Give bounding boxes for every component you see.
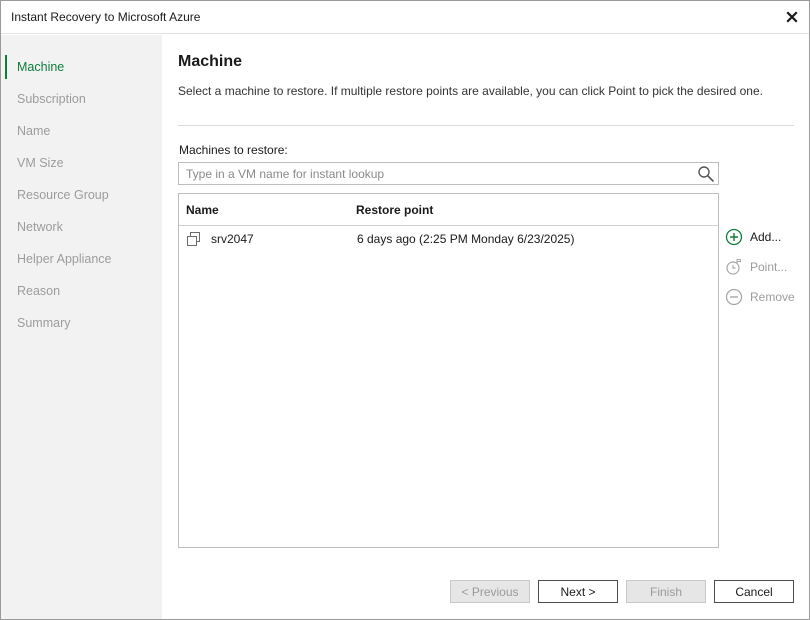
step-network: Network bbox=[17, 220, 63, 234]
title-bar: Instant Recovery to Microsoft Azure bbox=[1, 1, 809, 34]
remove-icon bbox=[725, 288, 743, 306]
remove-button[interactable]: Remove bbox=[725, 287, 805, 307]
remove-label: Remove bbox=[750, 290, 795, 304]
step-reason: Reason bbox=[17, 284, 61, 298]
close-icon bbox=[786, 11, 798, 23]
vm-icon bbox=[187, 232, 200, 246]
point-button[interactable]: Point... bbox=[725, 257, 805, 277]
previous-button[interactable]: < Previous bbox=[450, 580, 530, 603]
step-content: Machine Select a machine to restore. If … bbox=[162, 35, 809, 619]
step-resource-group: Resource Group bbox=[17, 188, 109, 202]
step-vm-size: VM Size bbox=[17, 156, 64, 170]
table-row[interactable]: srv2047 6 days ago (2:25 PM Monday 6/23/… bbox=[179, 227, 718, 251]
add-icon bbox=[725, 228, 743, 246]
machines-table: Name Restore point srv2047 6 days ago (2… bbox=[178, 193, 719, 548]
step-machine[interactable]: Machine bbox=[5, 55, 162, 79]
wizard-window: Instant Recovery to Microsoft Azure Mach… bbox=[0, 0, 810, 620]
divider bbox=[178, 125, 794, 126]
close-button[interactable] bbox=[781, 6, 803, 28]
next-button[interactable]: Next > bbox=[538, 580, 618, 603]
step-name: Name bbox=[17, 124, 51, 138]
page-title: Machine bbox=[178, 53, 243, 70]
table-header: Name Restore point bbox=[179, 194, 718, 226]
add-button[interactable]: Add... bbox=[725, 227, 805, 247]
machines-list-label: Machines to restore: bbox=[179, 143, 288, 157]
window-title: Instant Recovery to Microsoft Azure bbox=[11, 10, 201, 24]
step-subscription: Subscription bbox=[17, 92, 86, 106]
wizard-steps-sidebar: Machine Subscription Name VM Size Resour… bbox=[1, 35, 162, 619]
page-description: Select a machine to restore. If multiple… bbox=[178, 84, 763, 98]
search-icon[interactable] bbox=[696, 164, 716, 184]
step-helper-appliance: Helper Appliance bbox=[17, 252, 112, 266]
step-summary: Summary bbox=[17, 316, 71, 330]
column-header-restore-point[interactable]: Restore point bbox=[356, 203, 433, 217]
column-header-name[interactable]: Name bbox=[186, 203, 219, 217]
row-restore-point: 6 days ago (2:25 PM Monday 6/23/2025) bbox=[357, 232, 575, 246]
finish-button[interactable]: Finish bbox=[626, 580, 706, 603]
add-label: Add... bbox=[750, 230, 782, 244]
cancel-button[interactable]: Cancel bbox=[714, 580, 794, 603]
point-label: Point... bbox=[750, 260, 788, 274]
search-box bbox=[178, 162, 719, 185]
search-input[interactable] bbox=[179, 163, 689, 184]
row-machine-name: srv2047 bbox=[211, 232, 254, 246]
restore-point-icon bbox=[726, 258, 742, 275]
